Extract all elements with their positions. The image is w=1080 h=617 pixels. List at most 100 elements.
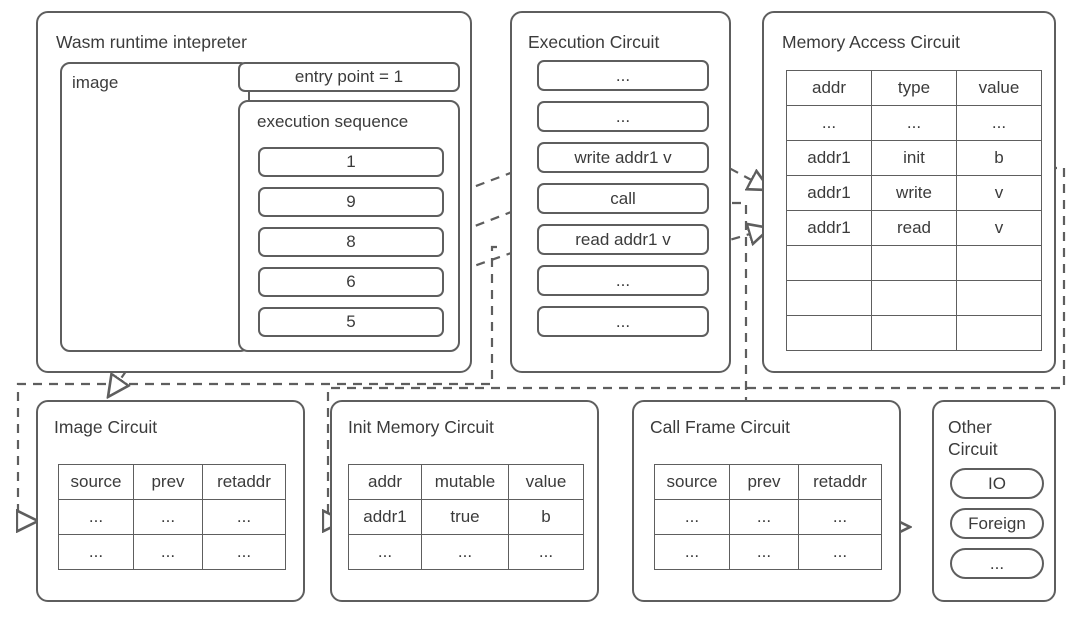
execution-circuit-row[interactable]: call <box>537 183 709 214</box>
table-cell: addr1 <box>786 210 872 246</box>
table-cell: ... <box>58 499 134 535</box>
execution-sequence-title: execution sequence <box>257 112 409 131</box>
table-cell <box>956 315 1042 351</box>
execution-circuit-panel: Execution Circuit ...... write addr1 v cal… <box>510 11 731 373</box>
table-cell: ... <box>508 534 584 570</box>
entry-point-field[interactable]: entry point = 1 <box>238 62 460 92</box>
table-row: ......... <box>786 105 1042 141</box>
execution-sequence-item[interactable]: 1 <box>258 147 444 177</box>
diagram-canvas: 129387465 Wasm runtime intepreter image … <box>0 0 1080 617</box>
call-frame-table: source prev retaddr.................. <box>654 464 882 570</box>
other-circuit-item[interactable]: IO <box>950 468 1044 499</box>
table-row: addr1 write v <box>786 175 1042 211</box>
table-row: ......... <box>654 534 882 570</box>
table-row <box>786 245 1042 281</box>
table-row: ......... <box>654 499 882 535</box>
table-header-cell: source <box>58 464 134 500</box>
execution-sequence-item[interactable]: 8 <box>258 227 444 257</box>
table-cell: ... <box>202 534 286 570</box>
table-header-cell: type <box>871 70 957 106</box>
table-header-cell: addr <box>786 70 872 106</box>
table-header-row: addr type value <box>786 70 1042 106</box>
table-cell: ... <box>348 534 422 570</box>
call-frame-circuit-panel: Call Frame Circuit source prev retaddr....… <box>632 400 901 602</box>
memory-access-circuit-panel: Memory Access Circuit addr type value.....… <box>762 11 1056 373</box>
wasm-runtime-title: Wasm runtime intepreter <box>56 32 247 52</box>
table-cell <box>786 280 872 316</box>
memory-access-circuit-title: Memory Access Circuit <box>782 32 960 52</box>
init-memory-circuit-panel: Init Memory Circuit addr mutable value addr… <box>330 400 599 602</box>
table-cell <box>871 245 957 281</box>
table-cell <box>871 280 957 316</box>
table-cell: v <box>956 175 1042 211</box>
execution-sequence-item[interactable]: 5 <box>258 307 444 337</box>
execution-circuit-row[interactable]: ... <box>537 265 709 296</box>
other-circuit-item[interactable]: Foreign <box>950 508 1044 539</box>
table-cell: write <box>871 175 957 211</box>
execution-sequence-panel: execution sequence 1 9 8 6 5 <box>238 100 460 352</box>
table-cell: true <box>421 499 509 535</box>
table-cell: b <box>956 140 1042 176</box>
table-cell: ... <box>786 105 872 141</box>
table-cell: read <box>871 210 957 246</box>
call-frame-circuit-title: Call Frame Circuit <box>650 417 791 437</box>
execution-sequence-item[interactable]: 6 <box>258 267 444 297</box>
table-cell: addr1 <box>348 499 422 535</box>
table-row <box>786 315 1042 351</box>
table-cell: ... <box>654 534 730 570</box>
table-header-cell: source <box>654 464 730 500</box>
table-header-cell: value <box>956 70 1042 106</box>
execution-circuit-row[interactable]: read addr1 v <box>537 224 709 255</box>
table-cell: ... <box>421 534 509 570</box>
init-memory-table: addr mutable value addr1 true b......... <box>348 464 584 570</box>
table-header-cell: prev <box>133 464 203 500</box>
table-cell: b <box>508 499 584 535</box>
table-header-row: addr mutable value <box>348 464 584 500</box>
table-cell: addr1 <box>786 175 872 211</box>
execution-circuit-row[interactable]: write addr1 v <box>537 142 709 173</box>
image-panel-title: image <box>72 73 119 92</box>
table-row: addr1 init b <box>786 140 1042 176</box>
table-cell: ... <box>798 534 882 570</box>
execution-sequence-item[interactable]: 9 <box>258 187 444 217</box>
table-cell <box>956 280 1042 316</box>
execution-circuit-row[interactable]: ... <box>537 306 709 337</box>
execution-circuit-row[interactable]: ... <box>537 60 709 91</box>
image-panel: image <box>60 62 250 352</box>
table-header-row: source prev retaddr <box>654 464 882 500</box>
table-header-cell: prev <box>729 464 799 500</box>
table-row <box>786 280 1042 316</box>
image-circuit-title: Image Circuit <box>54 417 158 437</box>
table-cell <box>786 245 872 281</box>
table-cell: ... <box>729 499 799 535</box>
table-header-cell: addr <box>348 464 422 500</box>
wasm-runtime-panel: Wasm runtime intepreter image entry poin… <box>36 11 472 373</box>
other-circuit-title: Other Circuit <box>948 417 998 459</box>
table-cell: ... <box>729 534 799 570</box>
table-cell <box>871 315 957 351</box>
table-row: ......... <box>348 534 584 570</box>
table-cell: ... <box>956 105 1042 141</box>
memory-access-table: addr type value......... addr1 init b addr1 wri… <box>786 70 1042 351</box>
table-cell: addr1 <box>786 140 872 176</box>
table-cell: ... <box>798 499 882 535</box>
other-circuit-item[interactable]: ... <box>950 548 1044 579</box>
table-cell: ... <box>654 499 730 535</box>
table-cell <box>786 315 872 351</box>
execution-circuit-row[interactable]: ... <box>537 101 709 132</box>
table-row: ......... <box>58 499 286 535</box>
table-header-cell: retaddr <box>202 464 286 500</box>
table-row: ......... <box>58 534 286 570</box>
table-header-cell: retaddr <box>798 464 882 500</box>
other-circuit-panel: Other Circuit IO Foreign... <box>932 400 1056 602</box>
init-memory-circuit-title: Init Memory Circuit <box>348 417 494 437</box>
table-header-cell: mutable <box>421 464 509 500</box>
table-header-row: source prev retaddr <box>58 464 286 500</box>
table-row: addr1 true b <box>348 499 584 535</box>
image-circuit-panel: Image Circuit source prev retaddr.........… <box>36 400 305 602</box>
table-cell <box>956 245 1042 281</box>
image-circuit-table: source prev retaddr.................. <box>58 464 286 570</box>
table-header-cell: value <box>508 464 584 500</box>
table-cell: ... <box>133 534 203 570</box>
table-row: addr1 read v <box>786 210 1042 246</box>
